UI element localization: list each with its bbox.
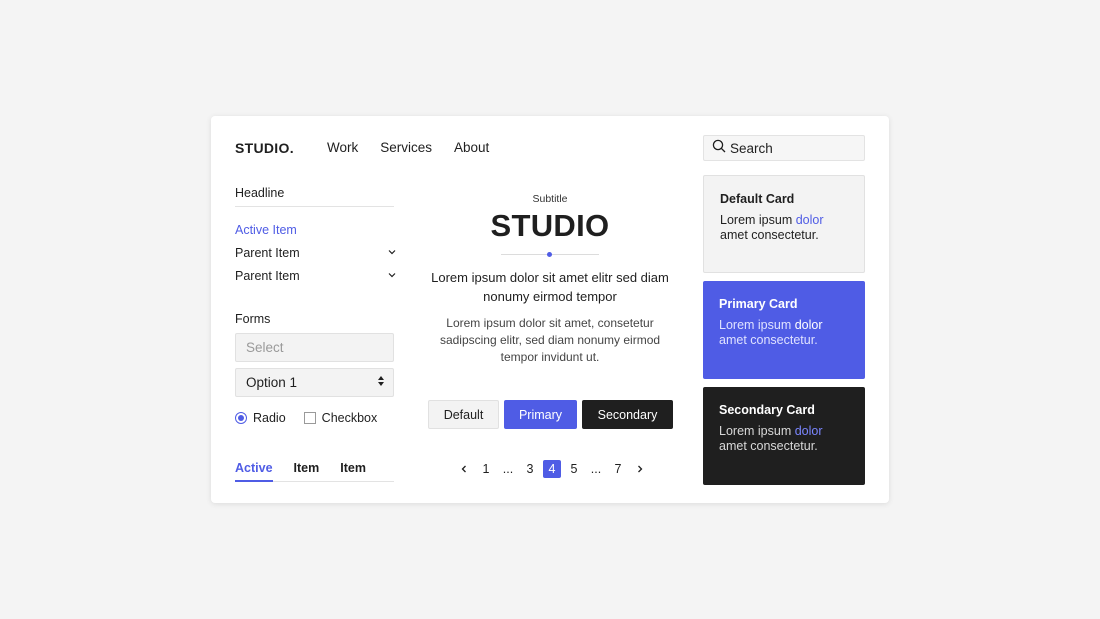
radio-label: Radio: [253, 411, 286, 425]
primary-button[interactable]: Primary: [504, 400, 577, 429]
default-card[interactable]: Default Card Lorem ipsum dolor amet cons…: [703, 175, 865, 273]
page-ellipsis: ...: [502, 462, 514, 476]
primary-card[interactable]: Primary Card Lorem ipsum dolor amet cons…: [703, 281, 865, 379]
secondary-button[interactable]: Secondary: [582, 400, 673, 429]
search-icon: [712, 139, 726, 158]
card-title: Default Card: [720, 192, 795, 206]
secondary-card[interactable]: Secondary Card Lorem ipsum dolor amet co…: [703, 387, 865, 485]
choice-controls: Radio Checkbox: [235, 411, 377, 425]
card-title: Secondary Card: [719, 403, 815, 417]
card-text-start: Lorem ipsum: [719, 318, 795, 332]
forms-label: Forms: [235, 312, 271, 326]
page-link[interactable]: 5: [565, 460, 583, 478]
card-link[interactable]: dolor: [796, 213, 824, 227]
search-input[interactable]: [730, 140, 860, 156]
hero-lead: Lorem ipsum dolor sit amet elitr sed dia…: [431, 270, 669, 304]
default-button[interactable]: Default: [428, 400, 499, 429]
hero-subtitle: Subtitle: [532, 193, 568, 205]
sidebar-item-parent[interactable]: Parent Item: [235, 241, 397, 264]
tab-active[interactable]: Active: [235, 461, 273, 482]
button-group: Default Primary Secondary: [428, 400, 673, 429]
card-text-end: amet consectetur.: [720, 228, 819, 242]
card-text: Lorem ipsum dolor amet consectetur.: [720, 213, 848, 243]
select-field[interactable]: Select: [235, 333, 394, 362]
card-text-end: amet consectetur.: [719, 333, 818, 347]
sidebar-menu: Active Item Parent Item Parent Item: [235, 218, 397, 287]
card-text-start: Lorem ipsum: [719, 424, 795, 438]
chevron-right-icon[interactable]: [631, 460, 649, 478]
radio-button[interactable]: [235, 412, 247, 424]
pagination: 1 ... 3 4 5 ... 7: [455, 460, 653, 478]
divider-dot: [547, 252, 552, 257]
tab-item[interactable]: Item: [294, 461, 320, 482]
nav-link-about[interactable]: About: [454, 140, 489, 155]
nav-link-work[interactable]: Work: [327, 140, 358, 155]
nav-link-services[interactable]: Services: [380, 140, 432, 155]
chevron-down-icon: [387, 246, 397, 260]
logo[interactable]: STUDIO.: [235, 140, 294, 156]
sidebar-item-label: Active Item: [235, 222, 297, 237]
checkbox[interactable]: [303, 412, 316, 424]
card-text-start: Lorem ipsum: [720, 213, 796, 227]
card-text-end: amet consectetur.: [719, 439, 818, 453]
option-dropdown[interactable]: Option 1: [235, 368, 394, 397]
card-link[interactable]: dolor: [795, 318, 823, 332]
main-nav: Work Services About: [327, 140, 489, 155]
chevron-left-icon[interactable]: [455, 460, 473, 478]
chevron-down-icon: [387, 269, 397, 283]
card-link[interactable]: dolor: [795, 424, 823, 438]
search-box[interactable]: [703, 135, 865, 161]
hero-title: STUDIO: [490, 208, 610, 243]
sidebar-item-active[interactable]: Active Item: [235, 218, 397, 241]
checkbox-label: Checkbox: [321, 411, 378, 425]
page-link-active[interactable]: 4: [543, 460, 561, 478]
ui-kit-window: STUDIO. Work Services About Headline Act…: [211, 116, 889, 503]
card-text: Lorem ipsum dolor amet consectetur.: [719, 424, 849, 454]
option-value: Option 1: [246, 375, 298, 390]
sidebar-item-parent[interactable]: Parent Item: [235, 264, 397, 287]
sidebar-headline: Headline: [235, 186, 394, 207]
sort-arrows-icon: [377, 375, 385, 390]
page-link[interactable]: 1: [477, 460, 495, 478]
page-link[interactable]: 7: [609, 460, 627, 478]
sidebar-item-label: Parent Item: [235, 268, 300, 283]
card-title: Primary Card: [719, 297, 798, 311]
sidebar-item-label: Parent Item: [235, 245, 300, 260]
page-link[interactable]: 3: [521, 460, 539, 478]
card-text: Lorem ipsum dolor amet consectetur.: [719, 318, 849, 348]
page-ellipsis: ...: [590, 462, 602, 476]
hero-body: Lorem ipsum dolor sit amet, consetetur s…: [439, 316, 661, 364]
tab-bar: Active Item Item: [235, 461, 394, 482]
tab-item[interactable]: Item: [340, 461, 366, 482]
